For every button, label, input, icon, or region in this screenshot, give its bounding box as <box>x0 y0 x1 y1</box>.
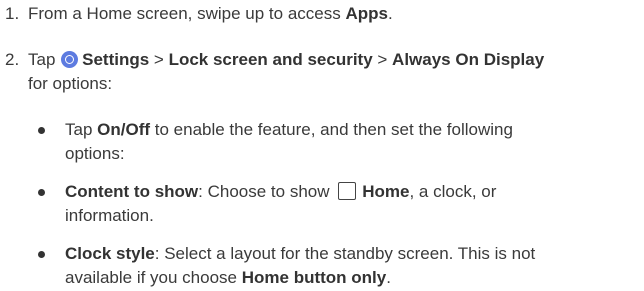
step-text-segment: . <box>387 4 393 23</box>
home-button-only-label: Home button only <box>241 268 387 287</box>
separator: > <box>372 50 393 69</box>
bullet-text-segment: information. <box>65 206 154 225</box>
content-to-show-label: Content to show <box>65 182 199 201</box>
bullet-dot <box>38 127 45 134</box>
bullet-text: Content to show: Choose to show Home, a … <box>65 180 644 228</box>
bullet-text: Clock style: Select a layout for the sta… <box>65 242 644 290</box>
bullet-text: Tap On/Off to enable the feature, and th… <box>65 118 644 166</box>
bullet-text-segment: , a clock, or <box>409 182 497 201</box>
settings-gear-icon <box>61 51 79 68</box>
always-on-display-label: Always On Display <box>392 50 545 69</box>
apps-label: Apps <box>345 4 388 23</box>
step-number: 2. <box>5 50 20 69</box>
on-off-label: On/Off <box>97 120 151 139</box>
clock-style-label: Clock style <box>65 244 155 263</box>
bullet-text-segment: available if you choose <box>65 268 242 287</box>
bullet-text-segment: options: <box>65 144 125 163</box>
separator: > <box>149 50 169 69</box>
instructions-document: 1. From a Home screen, swipe up to acces… <box>0 0 644 291</box>
settings-label: Settings <box>82 50 150 69</box>
step-text-segment: Tap <box>28 50 61 69</box>
step-number: 1. <box>5 4 20 23</box>
bullet-text-segment: : Choose to show <box>198 182 335 201</box>
home-label: Home <box>362 182 410 201</box>
home-icon <box>338 182 357 200</box>
step-text-segment: for options: <box>28 74 113 93</box>
bullet-text-segment: Tap <box>65 120 98 139</box>
step-text-segment: From a Home screen, swipe up to access <box>28 4 346 23</box>
bullet-dot <box>38 189 45 196</box>
bullet-text-segment: : Select a layout for the standby screen… <box>154 244 536 263</box>
bullet-text-segment: . <box>386 268 391 287</box>
bullet-text-segment: to enable the feature, and then set the … <box>150 120 513 139</box>
lock-screen-label: Lock screen and security <box>168 50 373 69</box>
step-text: Tap Settings > Lock screen and security … <box>28 48 644 96</box>
step-text: From a Home screen, swipe up to access A… <box>28 2 644 26</box>
bullet-dot <box>38 251 45 258</box>
